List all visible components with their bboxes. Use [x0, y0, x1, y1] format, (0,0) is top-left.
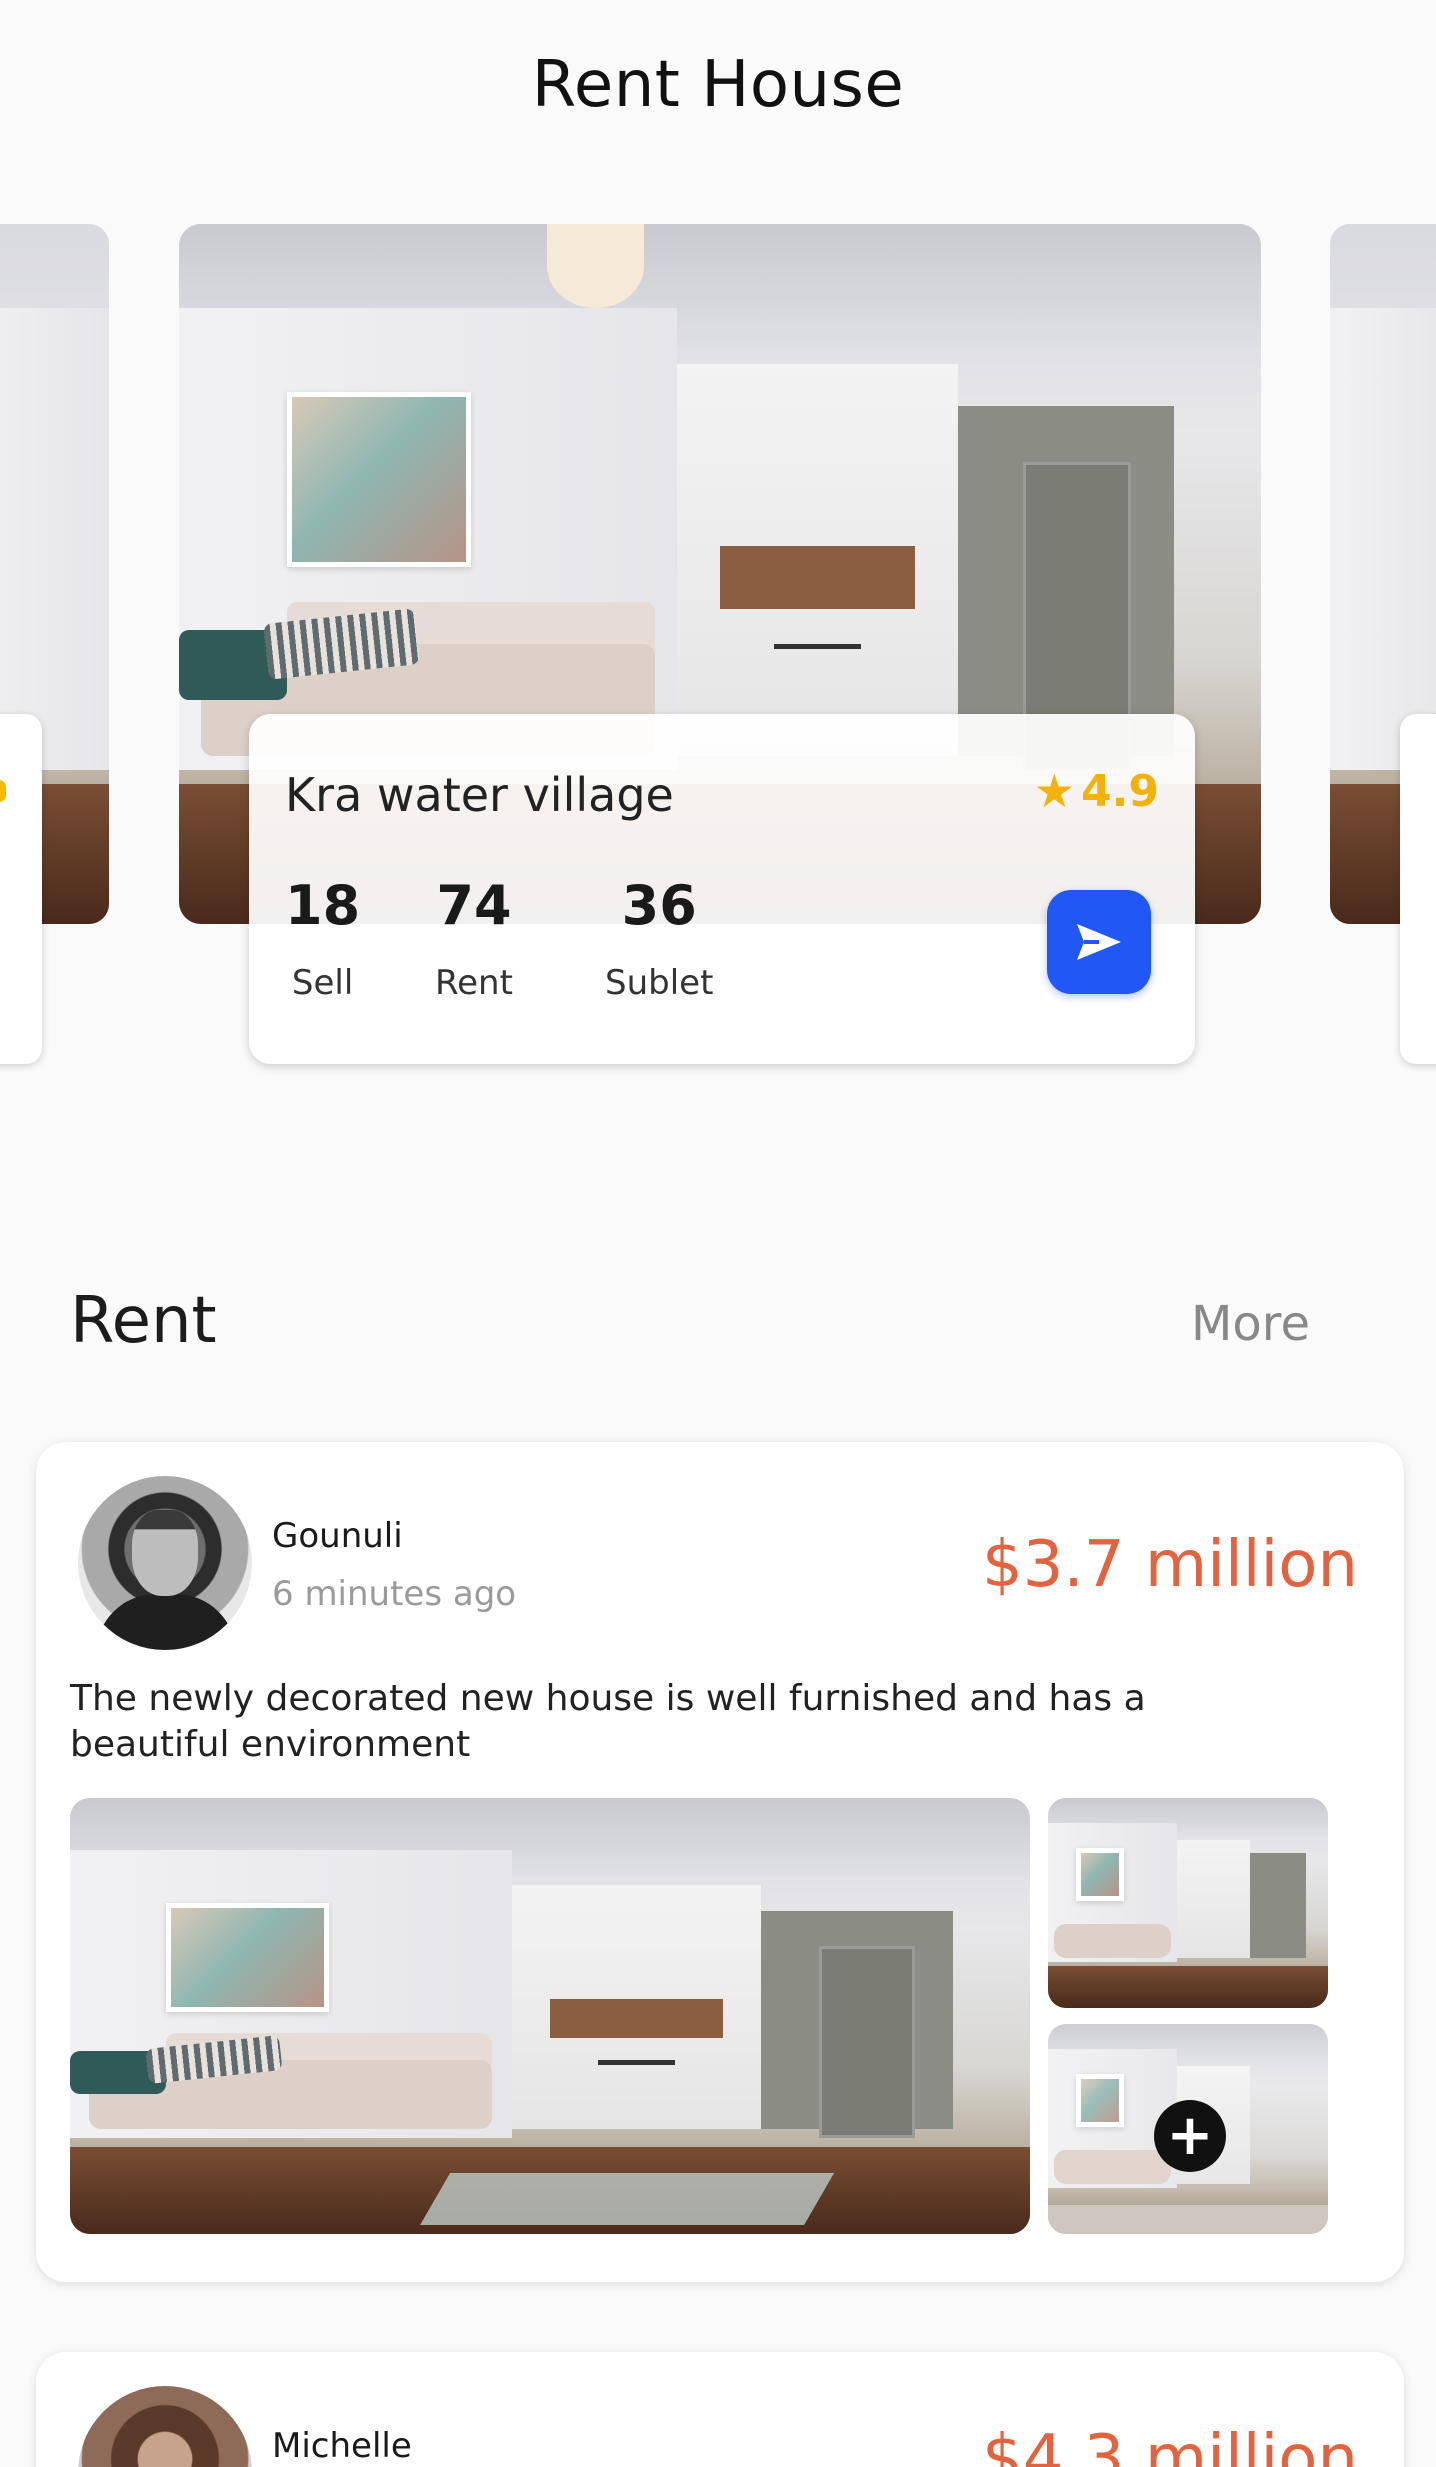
listing-card[interactable]: Michelle $4.3 million [36, 2352, 1404, 2467]
carousel-card-previous-info[interactable] [0, 714, 42, 1064]
plus-icon[interactable]: + [1154, 2100, 1226, 2172]
listing-thumbnail[interactable] [1048, 1798, 1328, 2008]
listing-time: 6 minutes ago [272, 1574, 517, 1614]
featured-house-name: Kra water village [285, 768, 674, 822]
rating-value: 4.9 [1081, 765, 1159, 817]
star-icon: ★ [1033, 764, 1076, 818]
avatar[interactable] [78, 1476, 252, 1650]
stat-sell-label: Sell [291, 963, 354, 1003]
listing-price: $3.7 million [981, 1528, 1358, 1602]
stat-rent-value: 74 [436, 874, 512, 937]
listing-price: $4.3 million [981, 2422, 1358, 2467]
section-title: Rent [70, 1284, 217, 1358]
stat-sell-value: 18 [285, 874, 361, 937]
listing-description: The newly decorated new house is well fu… [70, 1678, 1146, 1765]
page-title: Rent House [531, 48, 905, 122]
stat-rent: 74 Rent [435, 874, 513, 1003]
avatar[interactable] [78, 2386, 252, 2467]
listing-user-name[interactable]: Michelle [272, 2426, 412, 2466]
send-button[interactable] [1047, 890, 1151, 994]
stat-rent-label: Rent [435, 963, 513, 1003]
listing-card[interactable]: Gounuli 6 minutes ago $3.7 million The n… [36, 1442, 1404, 2282]
stat-sell: 18 Sell [285, 874, 360, 1003]
stat-sublet-label: Sublet [605, 963, 714, 1003]
carousel-card-next-info[interactable] [1400, 714, 1436, 1064]
listing-main-photo[interactable] [70, 1798, 1030, 2234]
send-icon [1077, 924, 1121, 960]
featured-house-info-card[interactable]: Kra water village ★ 4.9 18 Sell 74 Rent … [249, 714, 1195, 1064]
featured-house-rating: ★ 4.9 [1034, 764, 1159, 818]
stat-sublet: 36 Sublet [605, 874, 713, 1003]
stat-sublet-value: 36 [621, 874, 697, 937]
listing-user-name[interactable]: Gounuli [272, 1516, 403, 1556]
more-link[interactable]: More [1191, 1296, 1310, 1352]
